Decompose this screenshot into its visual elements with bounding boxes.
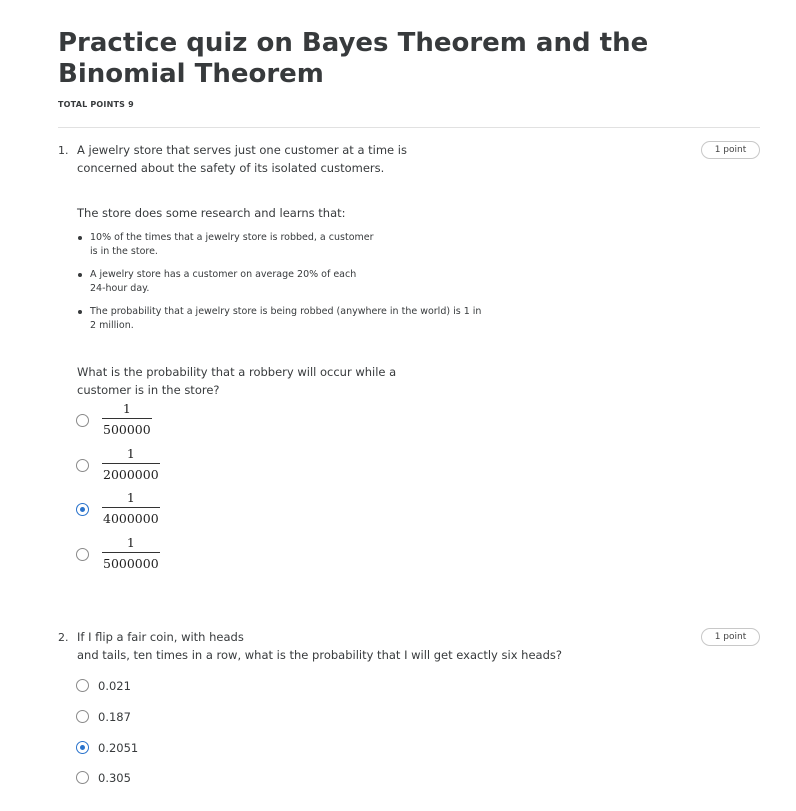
fraction-label: 1 4000000 <box>102 490 160 526</box>
option-label: 0.187 <box>98 710 131 724</box>
fraction-denominator: 5000000 <box>102 552 160 571</box>
header-divider <box>58 127 760 128</box>
bullet-icon <box>78 310 82 314</box>
radio-button-selected[interactable] <box>76 503 89 516</box>
bullet-icon <box>78 236 82 240</box>
fraction-numerator: 1 <box>126 446 135 461</box>
question-1-points-badge: 1 point <box>701 141 760 159</box>
question-1-intro-line-2: concerned about the safety of its isolat… <box>77 161 385 175</box>
list-item: A jewelry store has a customer on averag… <box>76 268 481 296</box>
question-1-number: 1. <box>58 144 69 157</box>
radio-button[interactable] <box>76 414 89 427</box>
option-label: 0.021 <box>98 679 131 693</box>
fact-line: A jewelry store has a customer on averag… <box>90 269 357 280</box>
radio-button[interactable] <box>76 710 89 723</box>
fraction-label: 1 2000000 <box>102 446 160 482</box>
question-1-intro-line-1: A jewelry store that serves just one cus… <box>77 143 407 157</box>
quiz-page: Practice quiz on Bayes Theorem and the B… <box>0 0 796 811</box>
radio-button[interactable] <box>76 459 89 472</box>
question-2-number: 2. <box>58 631 69 644</box>
question-1-prompt-line-1: What is the probability that a robbery w… <box>77 365 397 379</box>
radio-button[interactable] <box>76 771 89 784</box>
fraction-numerator: 1 <box>126 535 135 550</box>
question-2-prompt-line-2: and tails, ten times in a row, what is t… <box>77 648 562 662</box>
list-item: The probability that a jewelry store is … <box>76 305 481 333</box>
question-1-prompt-line-2: customer is in the store? <box>77 383 220 397</box>
fraction-label: 1 500000 <box>102 401 152 437</box>
fact-line: The probability that a jewelry store is … <box>90 306 482 317</box>
option-label: 0.2051 <box>98 741 139 755</box>
fact-line: 10% of the times that a jewelry store is… <box>90 232 374 243</box>
fact-line: 2 million. <box>90 320 134 331</box>
question-2-points-badge: 1 point <box>701 628 760 646</box>
fraction-numerator: 1 <box>126 490 135 505</box>
fraction-denominator: 4000000 <box>102 507 160 526</box>
fact-line: is in the store. <box>90 246 158 257</box>
fraction-numerator: 1 <box>122 401 131 416</box>
fraction-label: 1 5000000 <box>102 535 160 571</box>
question-2-prompt-line-1: If I flip a fair coin, with heads <box>77 630 244 644</box>
radio-button-selected[interactable] <box>76 741 89 754</box>
fraction-denominator: 500000 <box>102 418 152 437</box>
question-1-facts-list: 10% of the times that a jewelry store is… <box>76 231 481 342</box>
option-label: 0.305 <box>98 771 131 785</box>
total-points-label: TOTAL POINTS 9 <box>58 100 134 109</box>
fact-line: 24-hour day. <box>90 283 150 294</box>
radio-button[interactable] <box>76 679 89 692</box>
list-item: 10% of the times that a jewelry store is… <box>76 231 481 259</box>
radio-button[interactable] <box>76 548 89 561</box>
page-title: Practice quiz on Bayes Theorem and the B… <box>58 28 649 89</box>
fraction-denominator: 2000000 <box>102 463 160 482</box>
bullet-icon <box>78 273 82 277</box>
question-1-research-intro: The store does some research and learns … <box>77 206 346 220</box>
